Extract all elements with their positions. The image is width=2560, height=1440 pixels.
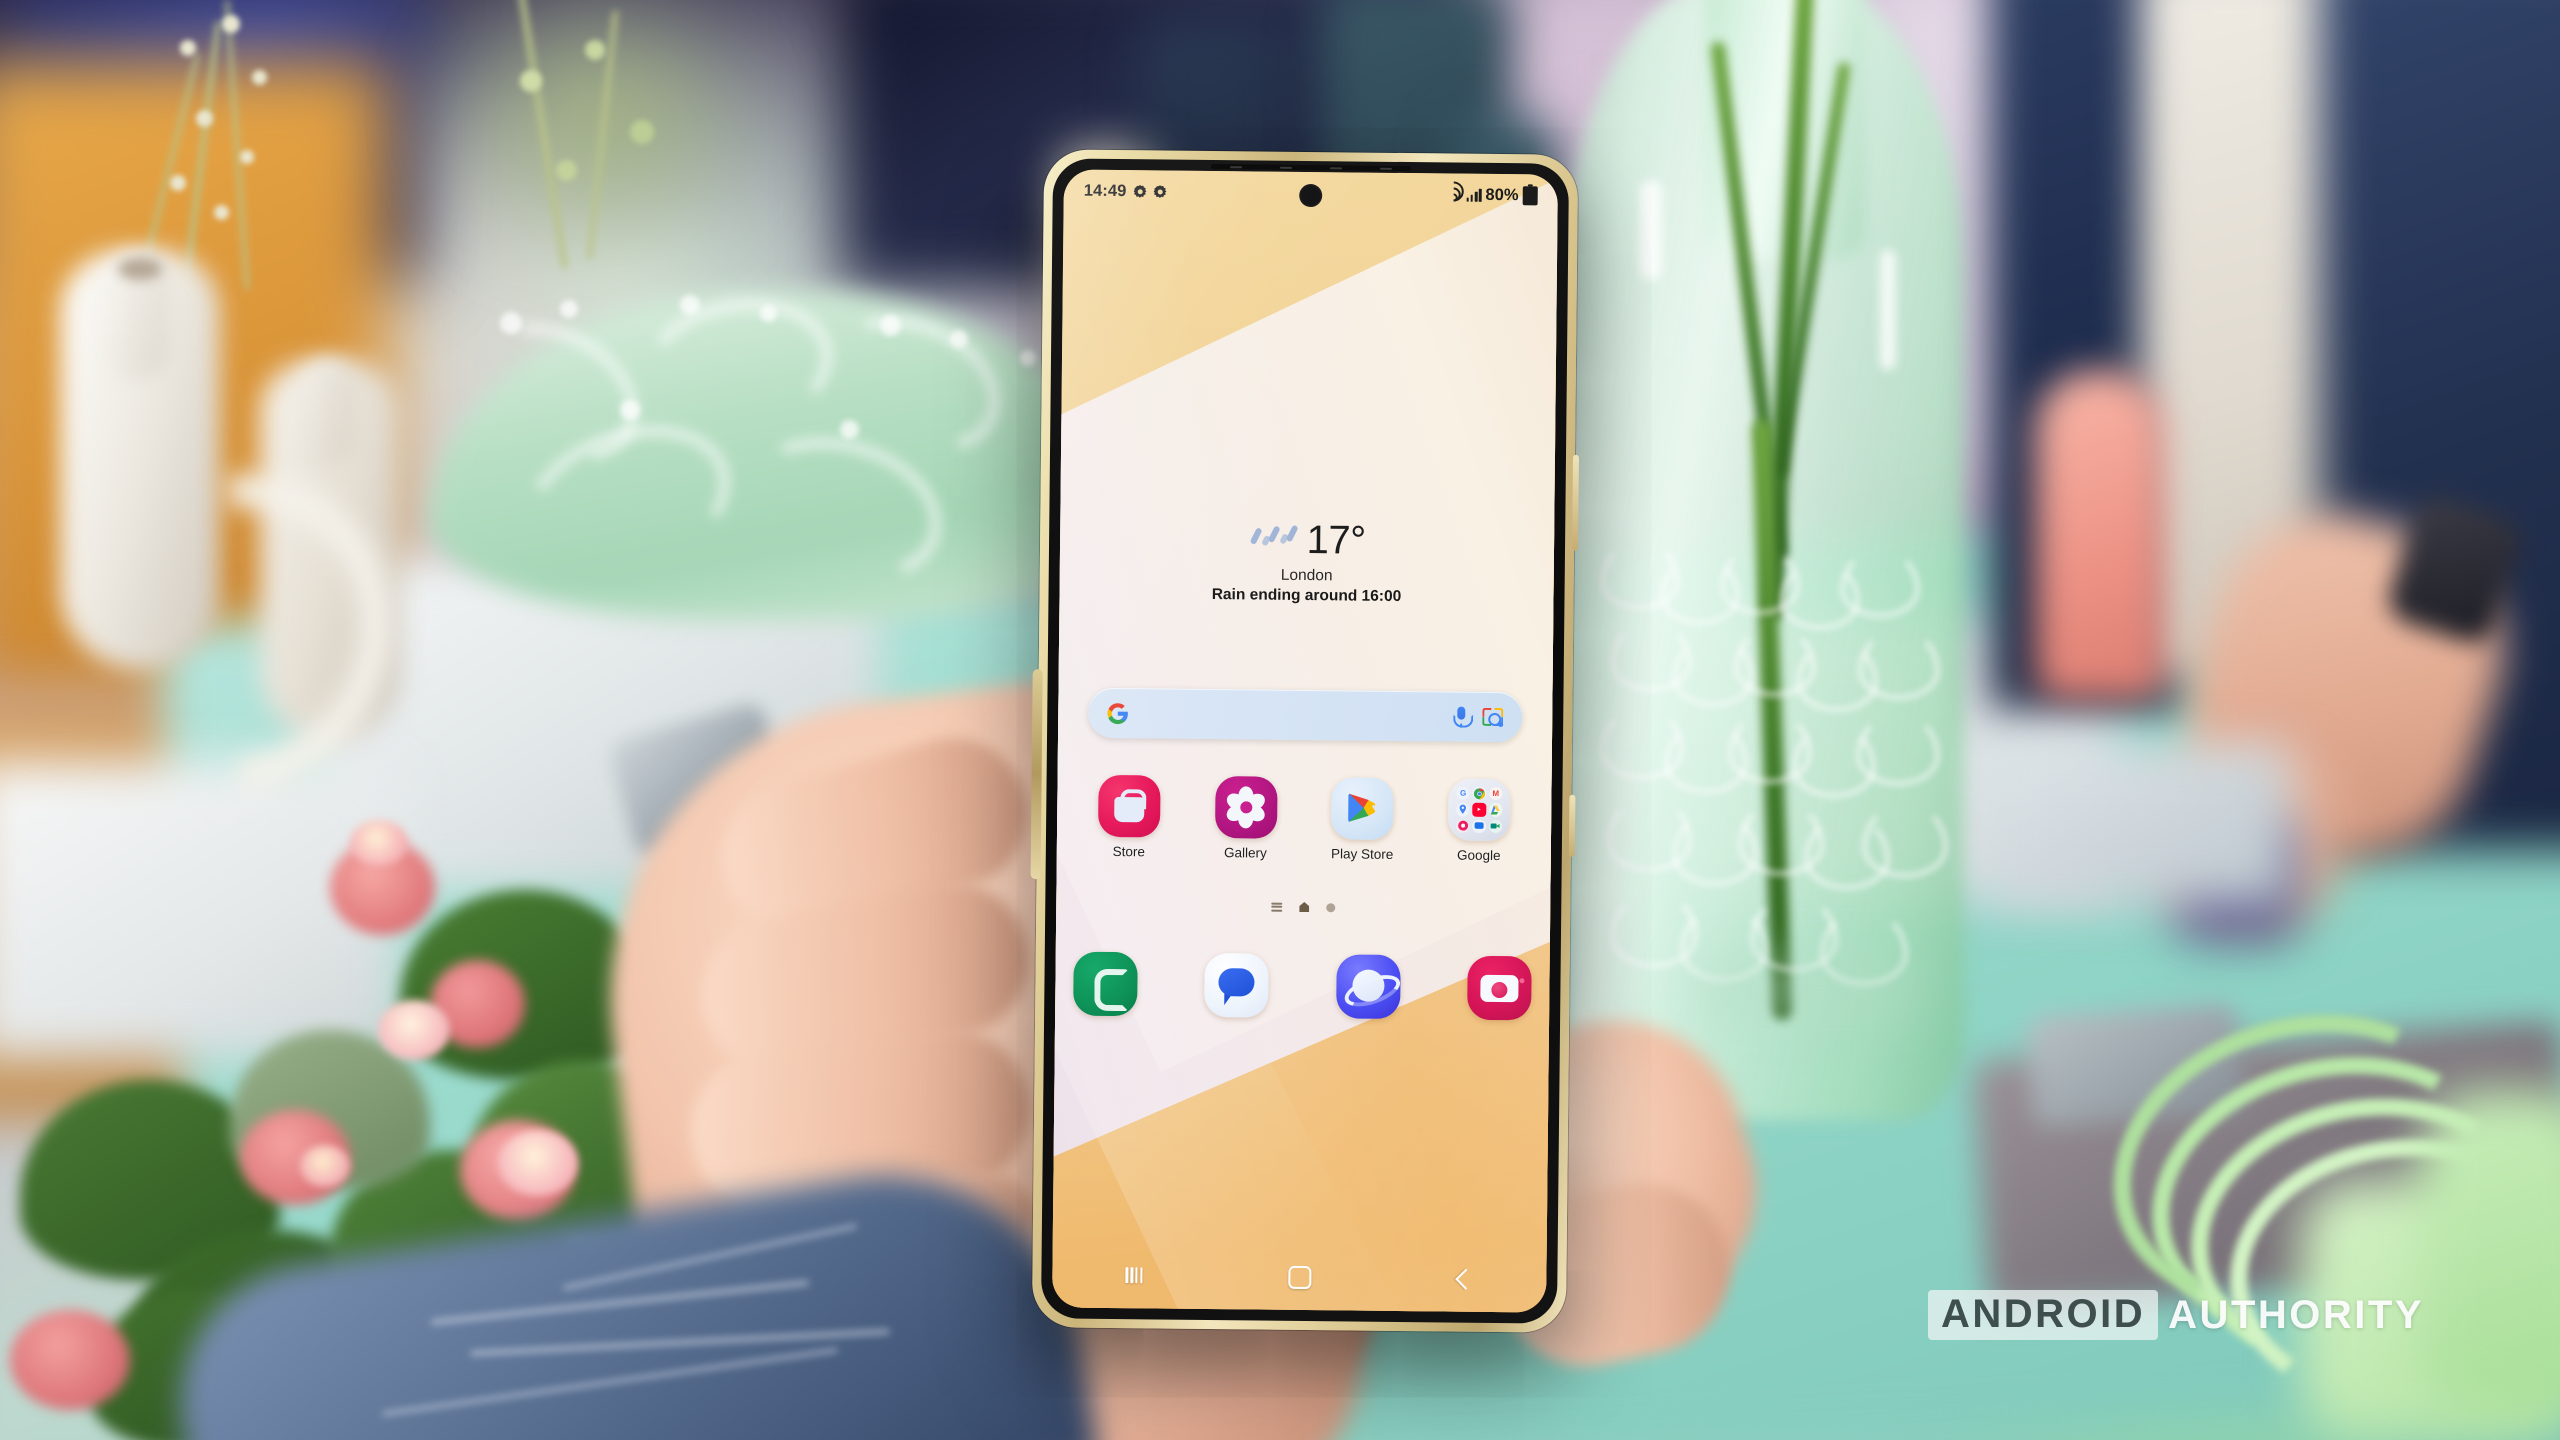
status-bar-time: 14:49 [1083,181,1127,200]
mini-icon-maps [1456,802,1470,817]
mini-icon-google: G [1456,786,1470,801]
app-gallery[interactable]: Gallery [1191,776,1300,861]
watermark: ANDROID AUTHORITY [1928,1290,2424,1340]
battery-icon [1522,185,1538,205]
app-play-store[interactable]: Play Store [1308,777,1417,862]
app-label: Google [1456,847,1501,864]
battery-percent: 80% [1485,185,1519,204]
punch-hole-camera [1299,183,1323,208]
recents-icon[interactable] [1125,1267,1143,1284]
weather-temperature: 17° [1306,518,1366,563]
galaxy-z-flip-phone[interactable]: 14:49 80% 17° London Rain ending around … [1030,149,1580,1333]
mini-icon-messages [1472,819,1486,833]
mini-icon-drive [1488,803,1503,817]
watermark-authority: AUTHORITY [2168,1293,2424,1337]
app-label: Gallery [1224,845,1267,861]
rain-icon [1248,523,1298,556]
mini-icon-youtube [1472,803,1486,817]
gallery-icon[interactable] [1214,776,1278,839]
browser-icon[interactable] [1335,954,1404,1020]
home-icon[interactable] [1288,1265,1312,1289]
app-store[interactable]: Store [1075,774,1184,860]
mini-icon-chrome [1472,786,1487,801]
watermark-android: ANDROID [1928,1290,2159,1340]
play-store-icon[interactable] [1331,777,1394,840]
phone-screen[interactable]: 14:49 80% 17° London Rain ending around … [1052,169,1558,1313]
app-label: Play Store [1330,846,1394,862]
microphone-icon[interactable] [1451,705,1474,728]
navigation-bar[interactable] [1052,1251,1546,1302]
mini-icon-meet [1488,819,1503,834]
mini-icon-photos [1456,819,1470,833]
weather-widget[interactable]: 17° London Rain ending around 16:00 [1059,517,1554,607]
power-button[interactable] [1568,794,1576,857]
page-dot-icon[interactable] [1326,902,1336,912]
list-page-icon[interactable] [1271,902,1283,912]
home-page-icon[interactable] [1299,902,1309,912]
mini-icon-gmail: M [1489,786,1503,801]
google-folder-icon[interactable]: G M [1447,778,1511,842]
phone-icon[interactable] [1073,951,1138,1017]
wifi-icon [1439,176,1469,206]
app-grid[interactable]: Store Gallery Play Store G M Google [1075,774,1534,864]
dock[interactable] [1073,951,1532,1021]
back-icon[interactable] [1455,1268,1477,1290]
google-lens-icon[interactable] [1481,705,1504,728]
signal-icon [1466,188,1482,202]
screenshot-scene: 14:49 80% 17° London Rain ending around … [0,0,2560,1440]
app-label: Store [1112,843,1146,860]
messages-icon[interactable] [1204,952,1270,1018]
google-g-icon [1106,701,1129,724]
google-search-bar[interactable] [1088,687,1523,743]
camera-icon[interactable] [1467,955,1532,1021]
galaxy-store-icon[interactable] [1097,774,1161,838]
gear-icon [1133,185,1146,198]
volume-button[interactable] [1572,454,1580,551]
app-google-folder[interactable]: G M Google [1425,778,1534,863]
gear-icon [1153,185,1166,198]
weather-city: London [1280,566,1333,585]
